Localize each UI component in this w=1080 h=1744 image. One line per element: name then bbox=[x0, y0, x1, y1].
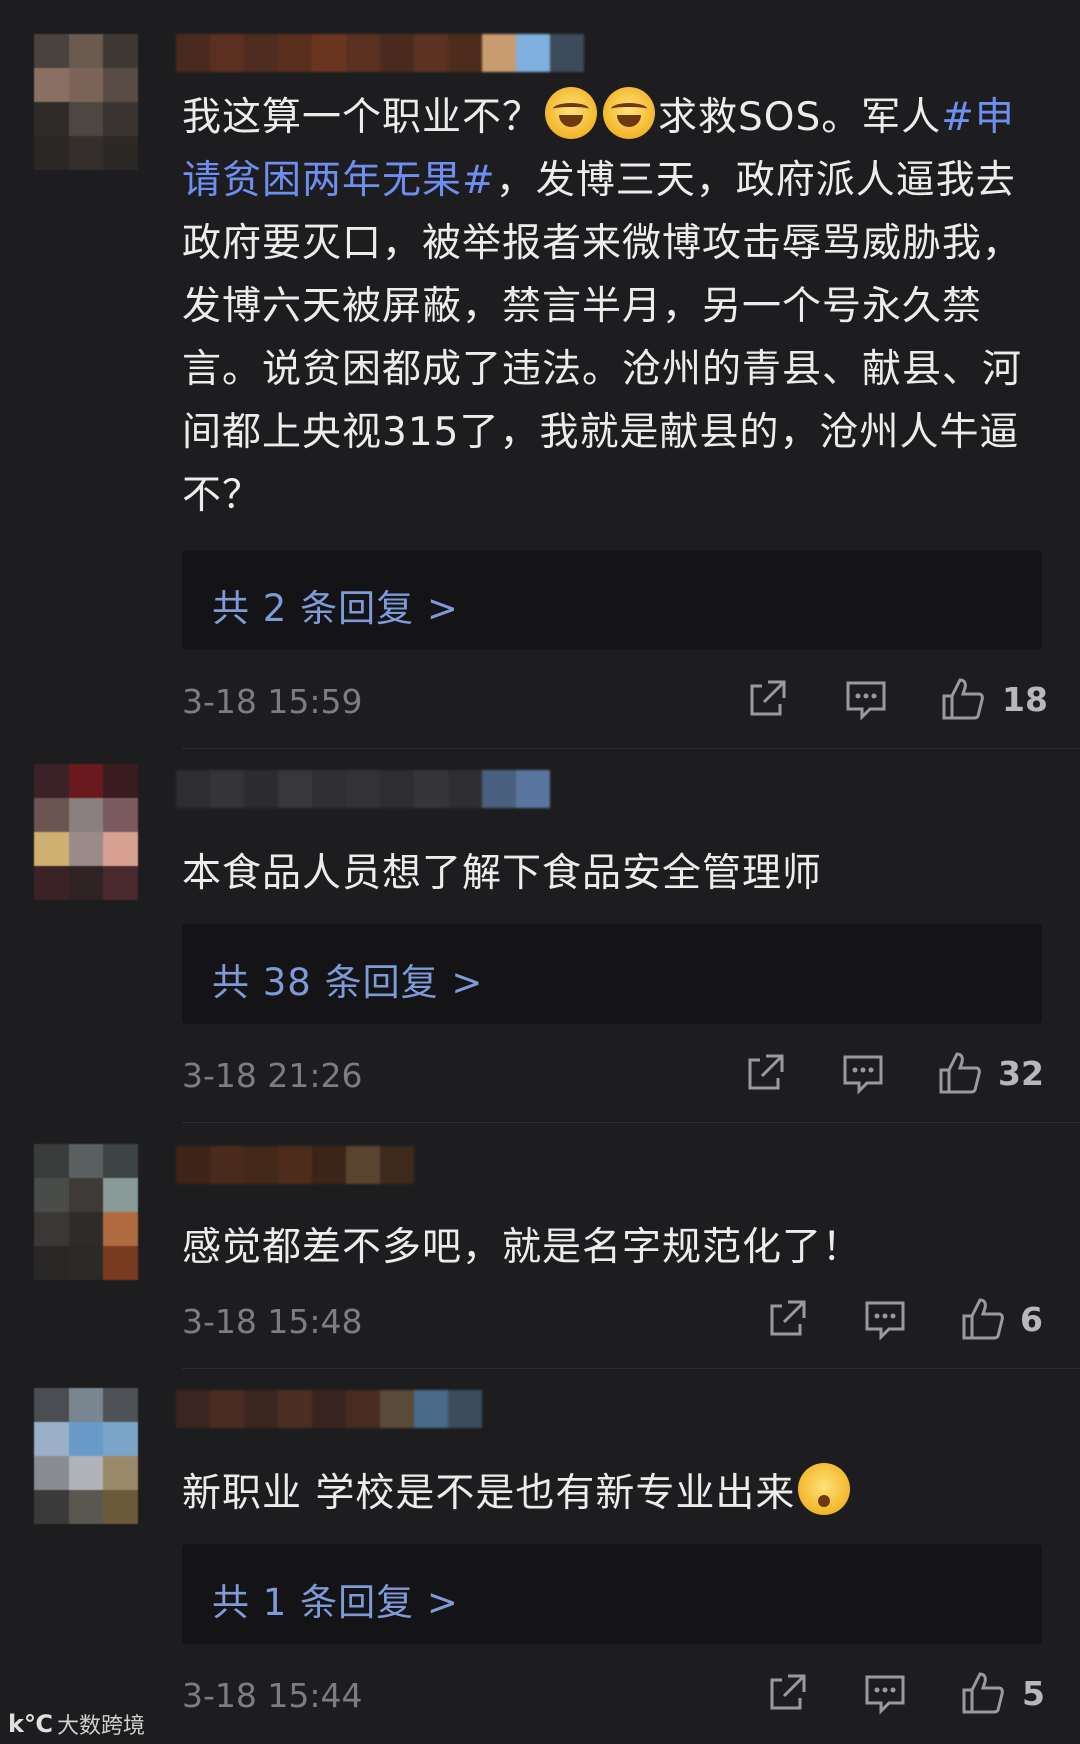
like-icon[interactable] bbox=[960, 1296, 1006, 1342]
comment-text: 感觉都差不多吧，就是名字规范化了！ bbox=[182, 1225, 863, 1270]
comment-icon[interactable] bbox=[862, 1296, 908, 1342]
divider bbox=[182, 1368, 1080, 1369]
share-icon[interactable] bbox=[764, 1296, 810, 1342]
like-count: 32 bbox=[998, 1054, 1044, 1093]
like-count: 6 bbox=[1020, 1300, 1043, 1339]
replies-button[interactable]: 共 2 条回复 > bbox=[182, 550, 1042, 650]
replies-label: 共 38 条回复 > bbox=[212, 961, 484, 1004]
share-icon[interactable] bbox=[744, 676, 790, 722]
comment-icon[interactable] bbox=[843, 676, 889, 722]
like-count: 18 bbox=[1002, 680, 1048, 719]
replies-button[interactable]: 共 1 条回复 > bbox=[182, 1544, 1042, 1644]
timestamp: 3-18 15:59 bbox=[182, 682, 363, 721]
sob-emoji-icon bbox=[603, 87, 656, 139]
like-count: 5 bbox=[1022, 1674, 1045, 1713]
watermark-logo: k℃ bbox=[8, 1710, 54, 1738]
divider bbox=[182, 1122, 1080, 1123]
comment-meta: 3-18 15:44 5 bbox=[182, 1670, 1045, 1720]
watermark: k℃ 大数跨境 bbox=[8, 1708, 145, 1740]
share-icon[interactable] bbox=[764, 1670, 810, 1716]
timestamp: 3-18 15:48 bbox=[182, 1302, 363, 1341]
username[interactable] bbox=[176, 770, 550, 808]
comment-meta: 3-18 15:48 6 bbox=[182, 1296, 1043, 1346]
comment-text: 新职业 学校是不是也有新专业出来 bbox=[182, 1462, 1042, 1525]
like-icon[interactable] bbox=[940, 676, 986, 722]
replies-label: 共 1 条回复 > bbox=[212, 1581, 459, 1624]
timestamp: 3-18 21:26 bbox=[182, 1056, 363, 1095]
comment-icon[interactable] bbox=[840, 1050, 886, 1096]
timestamp: 3-18 15:44 bbox=[182, 1676, 363, 1715]
username[interactable] bbox=[176, 34, 584, 72]
avatar[interactable] bbox=[34, 1144, 138, 1280]
thinking-emoji-icon bbox=[798, 1463, 851, 1515]
divider bbox=[182, 748, 1080, 749]
avatar[interactable] bbox=[34, 34, 138, 170]
replies-label: 共 2 条回复 > bbox=[212, 587, 459, 630]
username[interactable] bbox=[176, 1146, 414, 1184]
avatar[interactable] bbox=[34, 764, 138, 900]
share-icon[interactable] bbox=[742, 1050, 788, 1096]
avatar[interactable] bbox=[34, 1388, 138, 1524]
comment-meta: 3-18 21:26 32 bbox=[182, 1050, 1044, 1100]
like-icon[interactable] bbox=[960, 1670, 1006, 1716]
username[interactable] bbox=[176, 1390, 482, 1428]
comment-meta: 3-18 15:59 18 bbox=[182, 676, 1048, 726]
comment-text: 我这算一个职业不？ 求救SOS。军人#申请贫困两年无果#，发博三天，政府派人逼我去… bbox=[182, 86, 1042, 527]
sob-emoji-icon bbox=[545, 87, 598, 139]
watermark-text: 大数跨境 bbox=[57, 1714, 146, 1739]
like-icon[interactable] bbox=[937, 1050, 983, 1096]
comment-text: 本食品人员想了解下食品安全管理师 bbox=[182, 851, 823, 896]
comment-icon[interactable] bbox=[862, 1670, 908, 1716]
replies-button[interactable]: 共 38 条回复 > bbox=[182, 924, 1042, 1024]
